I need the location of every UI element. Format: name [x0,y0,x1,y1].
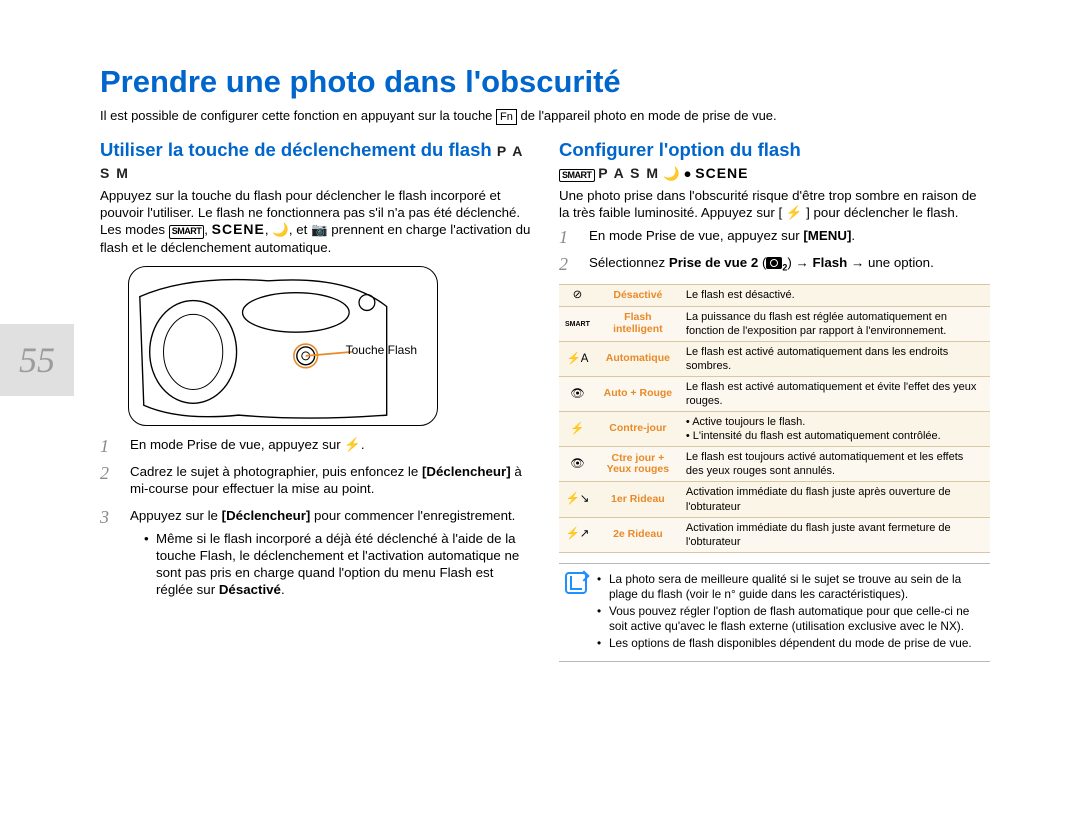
note-item: Vous pouvez régler l'option de flash aut… [597,604,984,634]
flash-options-table: ⊘DésactivéLe flash est désactivé.SMARTFl… [559,284,990,553]
option-desc: • Active toujours le flash.• L'intensité… [680,412,990,447]
table-row: SMARTFlash intelligentLa puissance du fl… [559,306,990,341]
table-row: ⚡↗2e RideauActivation immédiate du flash… [559,517,990,552]
option-desc: Activation immédiate du flash juste aprè… [680,482,990,517]
option-desc: Activation immédiate du flash juste avan… [680,517,990,552]
intro-b: de l'appareil photo en mode de prise de … [517,108,777,123]
right-para: Une photo prise dans l'obscurité risque … [559,187,990,221]
rs2c: ( [758,255,766,270]
right-pasm: P A S M [598,165,659,181]
option-icon: ⊘ [559,284,596,306]
page-title: Prendre une photo dans l'obscurité [100,62,990,102]
option-name: Contre-jour [596,412,680,447]
night-icon: 🌙 [663,166,680,181]
left-heading: Utiliser la touche de déclenchement du f… [100,139,531,183]
diagram-label: Touche Flash [346,343,417,358]
option-desc: Le flash est désactivé. [680,284,990,306]
intro-a: Il est possible de configurer cette fonc… [100,108,496,123]
option-name: Flash intelligent [596,306,680,341]
option-icon: ⚡ [559,412,596,447]
table-row: ⚡Contre-jour• Active toujours le flash.•… [559,412,990,447]
option-name: Ctre jour + Yeux rouges [596,447,680,482]
right-column: Configurer l'option du flash SMART P A S… [559,139,990,663]
table-row: ⊘DésactivéLe flash est désactivé. [559,284,990,306]
scene-label: SCENE [212,221,265,237]
left-step-1: En mode Prise de vue, appuyez sur ⚡. [126,436,531,453]
right-step-2: Sélectionnez Prise de vue 2 (2) → Flash … [585,254,990,274]
option-name: Désactivé [596,284,680,306]
right-steps: En mode Prise de vue, appuyez sur [MENU]… [585,227,990,274]
table-row: 👁Auto + RougeLe flash est activé automat… [559,377,990,412]
rs2b: Prise de vue 2 [669,255,758,270]
option-desc: Le flash est activé automatiquement dans… [680,341,990,376]
option-name: 1er Rideau [596,482,680,517]
ls1-text: En mode Prise de vue, appuyez sur ⚡. [130,437,365,452]
left-para: Appuyez sur la touche du flash pour décl… [100,187,531,256]
portrait-icon: ● [684,166,692,181]
right-heading: Configurer l'option du flash [559,139,990,161]
table-row: 👁Ctre jour + Yeux rougesLe flash est tou… [559,447,990,482]
option-icon: ⚡A [559,341,596,376]
left-steps: En mode Prise de vue, appuyez sur ⚡. Cad… [126,436,531,598]
option-name: 2e Rideau [596,517,680,552]
note-box: La photo sera de meilleure qualité si le… [559,563,990,662]
right-mode-line: SMART P A S M 🌙 ● SCENE [559,165,990,183]
camera-chip-icon [766,257,782,269]
option-icon: ⚡↗ [559,517,596,552]
option-icon: 👁 [559,447,596,482]
rs2a: Sélectionnez [589,255,669,270]
note-item: Les options de flash disponibles dépende… [597,636,984,651]
intro-text: Il est possible de configurer cette fonc… [100,108,990,125]
right-scene: SCENE [695,165,748,181]
rs2d: ) → [787,255,812,270]
option-icon: SMART [559,306,596,341]
option-name: Automatique [596,341,680,376]
left-column: Utiliser la touche de déclenchement du f… [100,139,531,663]
smart-icon: SMART [169,225,205,239]
rs2f: → une option. [847,255,934,270]
right-step-1: En mode Prise de vue, appuyez sur [MENU]… [585,227,990,244]
option-icon: 👁 [559,377,596,412]
left-step-3: Appuyez sur le [Déclencheur] pour commen… [126,507,531,598]
smart-icon: SMART [559,169,595,183]
note-item: La photo sera de meilleure qualité si le… [597,572,984,602]
lp-b: , [204,222,211,237]
option-desc: Le flash est activé automatiquement et é… [680,377,990,412]
fn-key: Fn [496,109,517,125]
rs2e: Flash [813,255,848,270]
option-name: Auto + Rouge [596,377,680,412]
page-number: 55 [0,324,74,396]
left-step-3-sub: Même si le flash incorporé a déjà été dé… [144,530,531,598]
option-desc: La puissance du flash est réglée automat… [680,306,990,341]
table-row: ⚡↘1er RideauActivation immédiate du flas… [559,482,990,517]
option-icon: ⚡↘ [559,482,596,517]
notes-list: La photo sera de meilleure qualité si le… [597,572,984,653]
note-icon [565,572,587,594]
option-desc: Le flash est toujours activé automatique… [680,447,990,482]
left-step-2: Cadrez le sujet à photographier, puis en… [126,463,531,497]
left-heading-text: Utiliser la touche de déclenchement du f… [100,139,497,160]
camera-diagram: Touche Flash [128,266,438,426]
table-row: ⚡AAutomatiqueLe flash est activé automat… [559,341,990,376]
